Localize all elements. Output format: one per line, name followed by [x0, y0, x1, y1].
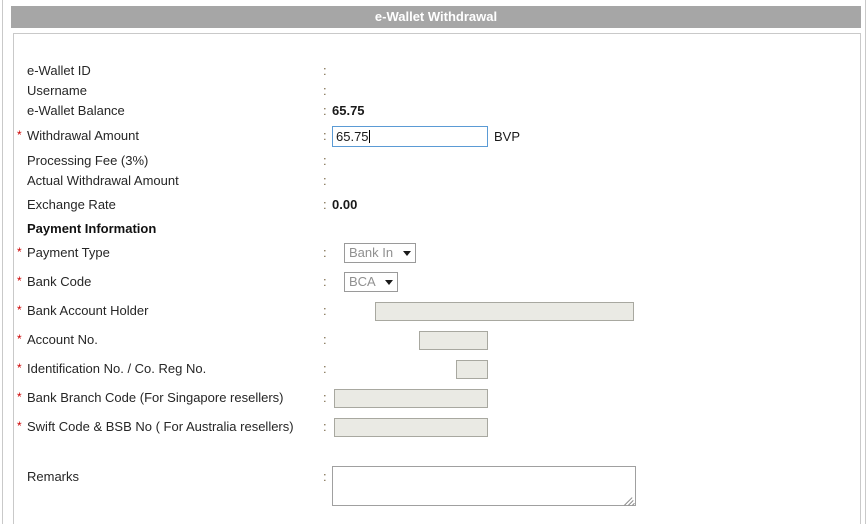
row-bank-branch-code: * Bank Branch Code (For Singapore resell… [14, 387, 860, 411]
identification-no-input[interactable] [456, 360, 488, 379]
label-bank-branch-code: Bank Branch Code (For Singapore reseller… [27, 390, 284, 405]
label-actual-withdrawal-amount: Actual Withdrawal Amount [27, 173, 179, 188]
form-panel: e-Wallet ID : Username : e-Wallet Balanc… [13, 33, 861, 524]
colon-payment-type: : [323, 245, 327, 260]
withdrawal-amount-input[interactable]: 65.75 [332, 126, 488, 147]
account-no-input[interactable] [419, 331, 488, 350]
label-remarks: Remarks [27, 469, 80, 484]
row-ewallet-balance: e-Wallet Balance : 65.75 [14, 102, 860, 122]
label-swift-code: Swift Code & BSB No ( For Australia rese… [27, 419, 294, 434]
page-title: e-Wallet Withdrawal [11, 6, 861, 28]
colon-bank-account-holder: : [323, 303, 327, 318]
label-bank-account-holder: Bank Account Holder [27, 303, 149, 318]
chevron-down-icon [385, 280, 393, 285]
colon-ewallet-balance: : [323, 103, 327, 118]
bank-code-select-value: BCA [349, 274, 376, 289]
required-marker-bank-code: * [17, 274, 22, 288]
label-identification-no: Identification No. / Co. Reg No. [27, 361, 207, 376]
colon-processing-fee: : [323, 153, 327, 168]
label-bank-code: Bank Code [27, 274, 92, 289]
row-exchange-rate: Exchange Rate : 0.00 [14, 196, 860, 216]
row-payment-information: Payment Information [14, 220, 860, 240]
colon-exchange-rate: : [323, 197, 327, 212]
remarks-textarea[interactable] [332, 466, 636, 506]
label-exchange-rate: Exchange Rate [27, 197, 116, 212]
label-ewallet-id: e-Wallet ID [27, 63, 91, 78]
bank-branch-code-input[interactable] [334, 389, 488, 408]
row-bank-code: * Bank Code : BCA [14, 271, 860, 295]
colon-swift-code: : [323, 419, 327, 434]
row-processing-fee: Processing Fee (3%) : [14, 152, 860, 172]
withdrawal-amount-input-value: 65.75 [336, 129, 369, 144]
label-withdrawal-amount: Withdrawal Amount [27, 128, 139, 143]
colon-withdrawal-amount: : [323, 128, 327, 143]
payment-type-select[interactable]: Bank In [344, 243, 416, 263]
colon-bank-code: : [323, 274, 327, 289]
value-exchange-rate: 0.00 [332, 197, 358, 212]
row-username: Username : [14, 82, 860, 102]
colon-ewallet-id: : [323, 63, 327, 78]
colon-actual-withdrawal-amount: : [323, 173, 327, 188]
colon-identification-no: : [323, 361, 327, 376]
bank-account-holder-input[interactable] [375, 302, 634, 321]
row-withdrawal-amount: * Withdrawal Amount : 65.75 BVP [14, 126, 860, 150]
row-account-no: * Account No. : [14, 329, 860, 353]
colon-username: : [323, 83, 327, 98]
payment-type-select-value: Bank In [349, 245, 394, 260]
colon-account-no: : [323, 332, 327, 347]
required-marker-bank-account-holder: * [17, 303, 22, 317]
colon-bank-branch-code: : [323, 390, 327, 405]
required-marker-account-no: * [17, 332, 22, 346]
label-payment-type: Payment Type [27, 245, 110, 260]
label-account-no: Account No. [27, 332, 98, 347]
row-swift-code: * Swift Code & BSB No ( For Australia re… [14, 416, 860, 440]
row-actual-withdrawal-amount: Actual Withdrawal Amount : [14, 172, 860, 192]
page-frame: e-Wallet Withdrawal e-Wallet ID : Userna… [2, 0, 866, 524]
bank-code-select[interactable]: BCA [344, 272, 398, 292]
required-marker-identification-no: * [17, 361, 22, 375]
required-marker-payment-type: * [17, 245, 22, 259]
row-ewallet-id: e-Wallet ID : [14, 62, 860, 82]
label-ewallet-balance: e-Wallet Balance [27, 103, 125, 118]
label-processing-fee: Processing Fee (3%) [27, 153, 149, 168]
withdrawal-amount-currency: BVP [494, 129, 521, 144]
withdrawal-form: e-Wallet ID : Username : e-Wallet Balanc… [14, 34, 860, 524]
row-remarks: Remarks : [14, 464, 860, 508]
row-payment-type: * Payment Type : Bank In [14, 242, 860, 266]
required-marker-bank-branch-code: * [17, 390, 22, 404]
required-marker-swift-code: * [17, 419, 22, 433]
row-bank-account-holder: * Bank Account Holder : [14, 300, 860, 324]
section-header-payment-information: Payment Information [27, 221, 157, 236]
colon-remarks: : [323, 469, 327, 484]
required-marker-withdrawal-amount: * [17, 128, 22, 142]
swift-code-input[interactable] [334, 418, 488, 437]
text-caret [368, 130, 370, 143]
chevron-down-icon [403, 251, 411, 256]
row-identification-no: * Identification No. / Co. Reg No. : [14, 358, 860, 382]
value-ewallet-balance: 65.75 [332, 103, 365, 118]
label-username: Username [27, 83, 87, 98]
